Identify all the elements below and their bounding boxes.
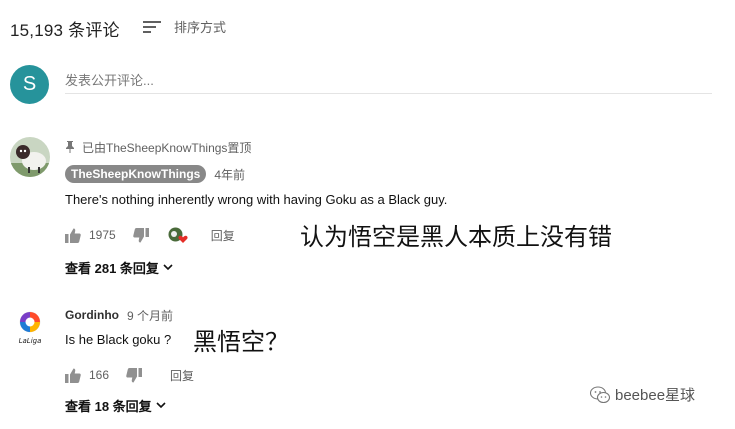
author-name[interactable]: Gordinho <box>65 308 119 322</box>
view-replies-label: 查看 18 条回复 <box>65 398 152 414</box>
pin-icon <box>66 141 74 153</box>
sort-icon <box>143 20 161 34</box>
laliga-logo-image: LaLiga <box>10 306 50 346</box>
wechat-icon <box>590 385 610 403</box>
svg-text:LaLiga: LaLiga <box>19 337 42 345</box>
comments-header: 15,193 条评论 <box>10 17 120 40</box>
author-name[interactable]: TheSheepKnowThings <box>65 165 207 183</box>
comment-actions: 166 回复 <box>65 365 705 385</box>
chevron-down-icon <box>163 263 173 270</box>
pinned-indicator: 已由TheSheepKnowThings置顶 <box>65 139 705 155</box>
view-replies-label: 查看 281 条回复 <box>65 260 159 276</box>
comment-input[interactable] <box>65 68 712 94</box>
like-count: 1975 <box>89 228 116 242</box>
reply-button[interactable]: 回复 <box>170 367 194 384</box>
like-count: 166 <box>89 368 110 382</box>
pinned-text: 已由TheSheepKnowThings置顶 <box>82 140 252 155</box>
comment-count: 15,193 条评论 <box>10 20 120 40</box>
thumb-up-icon <box>65 368 81 383</box>
chevron-down-icon <box>156 401 166 408</box>
comment-composer: S <box>10 65 712 105</box>
dislike-button[interactable] <box>126 367 143 383</box>
comment-text: Is he Black goku ? <box>65 332 172 347</box>
thumb-down-icon <box>132 227 149 242</box>
creator-heart-icon <box>168 227 188 243</box>
user-avatar[interactable]: S <box>10 65 49 104</box>
caption-overlay: 认为悟空是黑人本质上没有错 <box>300 223 612 251</box>
creator-heart <box>168 227 188 244</box>
comment-meta: Gordinho 9 个月前 <box>65 305 705 325</box>
view-replies-button[interactable]: 查看 281 条回复 <box>65 258 705 276</box>
sort-button[interactable]: 排序方式 <box>143 17 226 36</box>
thumb-up-icon <box>65 228 81 243</box>
like-button[interactable]: 166 <box>65 368 109 383</box>
sort-label: 排序方式 <box>174 20 227 35</box>
watermark: beebee星球 <box>590 384 695 405</box>
comment-text: There's nothing inherently wrong with ha… <box>65 192 448 207</box>
watermark-text: beebee星球 <box>615 387 696 404</box>
sheep-avatar-image <box>10 137 50 177</box>
comment-time[interactable]: 4年前 <box>214 166 245 183</box>
comment-meta: TheSheepKnowThings 4年前 <box>65 164 705 184</box>
caption-overlay: 黑悟空？ <box>193 328 289 356</box>
thumb-down-icon <box>126 367 143 382</box>
comment-time[interactable]: 9 个月前 <box>127 307 173 324</box>
avatar[interactable]: LaLiga <box>10 306 50 346</box>
reply-button[interactable]: 回复 <box>211 227 235 244</box>
like-button[interactable]: 1975 <box>65 228 116 243</box>
avatar[interactable] <box>10 137 50 177</box>
dislike-button[interactable] <box>132 227 149 243</box>
